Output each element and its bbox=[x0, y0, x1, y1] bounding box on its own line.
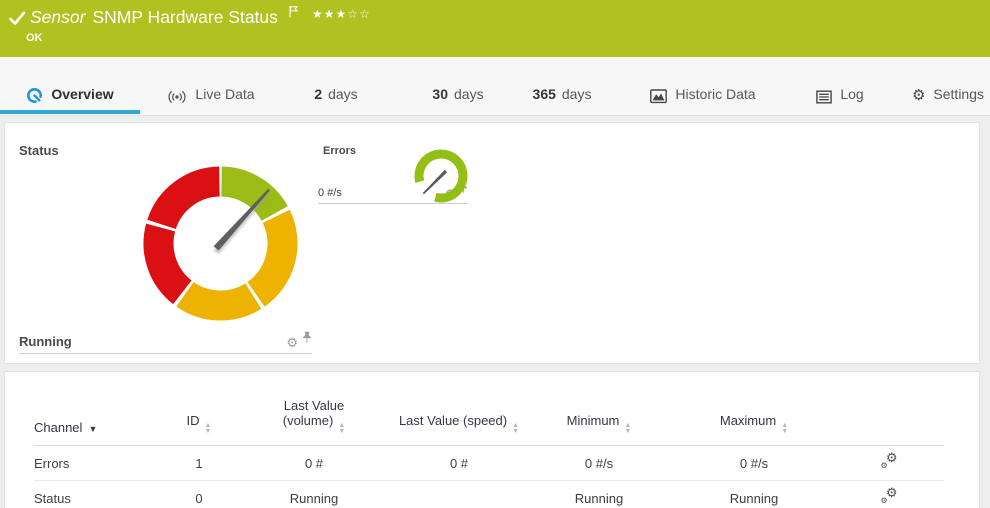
tab-label: Overview bbox=[51, 86, 114, 102]
column-label: Maximum bbox=[719, 413, 777, 428]
broadcast-icon bbox=[167, 90, 187, 104]
column-label: Last Value (volume) bbox=[282, 398, 345, 428]
tab-number: 30 bbox=[432, 86, 448, 102]
tab-365-days[interactable]: 365 days bbox=[516, 57, 608, 115]
tab-bar: Overview Live Data 2 days 30 days 365 da… bbox=[0, 57, 990, 116]
sort-icon: ▲ ▼ bbox=[338, 422, 346, 435]
value-cell: Running bbox=[674, 480, 834, 508]
chart-icon bbox=[650, 89, 668, 104]
channel-table: Channel ▼ ID ▲ ▼ Last Value (volume) ▲ ▼ Last Va… bbox=[34, 372, 944, 508]
tab-2-days[interactable]: 2 days bbox=[300, 57, 372, 115]
page-title: SNMP Hardware Status bbox=[92, 7, 278, 27]
tab-number: 365 bbox=[532, 86, 556, 102]
pin-icon[interactable] bbox=[302, 331, 312, 349]
value-cell: 1 bbox=[164, 445, 234, 481]
value-cell bbox=[394, 480, 524, 508]
sort-icon: ▲ ▼ bbox=[624, 422, 632, 435]
tab-30-days[interactable]: 30 days bbox=[416, 57, 500, 115]
tab-overview[interactable]: Overview bbox=[0, 57, 140, 115]
column-label: Last Value (speed) bbox=[398, 413, 508, 428]
value-cell: 0 #/s bbox=[674, 445, 834, 481]
tab-log[interactable]: Log bbox=[806, 57, 874, 115]
stars-empty: ☆☆ bbox=[347, 7, 371, 21]
sensor-overview-page: Sensor SNMP Hardware Status ★★★☆☆ OK Over… bbox=[0, 0, 990, 508]
errors-gauge[interactable] bbox=[410, 145, 472, 207]
overview-gauges-panel: Status Running ⚙ Errors 0 #/s ⚙ bbox=[4, 122, 980, 364]
column-header-maximum[interactable]: Maximum ▲ ▼ bbox=[674, 372, 834, 446]
sensor-type-label: Sensor bbox=[30, 7, 86, 27]
column-header-channel[interactable]: Channel ▼ bbox=[34, 372, 164, 446]
column-header-last[interactable]: Last Value (volume) ▲ ▼ bbox=[234, 372, 394, 446]
errors-gauge-value: 0 #/s bbox=[318, 187, 342, 199]
channel-table-panel: Channel ▼ ID ▲ ▼ Last Value (volume) ▲ ▼ Last Va… bbox=[4, 371, 980, 508]
status-gauge-value: Running bbox=[19, 334, 72, 349]
value-cell: 0 # bbox=[394, 445, 524, 481]
ok-check-icon bbox=[9, 11, 26, 31]
sort-icon: ▲ ▼ bbox=[204, 422, 212, 435]
tab-live-data[interactable]: Live Data bbox=[158, 57, 264, 115]
gauge-icon bbox=[26, 87, 43, 104]
tab-label: days bbox=[328, 86, 358, 102]
channel-name-cell: Errors bbox=[34, 445, 164, 481]
channel-name-cell: Status bbox=[34, 480, 164, 508]
status-gauge[interactable] bbox=[133, 156, 308, 331]
column-header-minimum[interactable]: Minimum ▲ ▼ bbox=[524, 372, 674, 446]
sensor-title: Sensor SNMP Hardware Status bbox=[30, 7, 278, 28]
channel-settings-icon[interactable]: ⚙ ⚙ bbox=[881, 486, 898, 505]
table-row: Errors 1 0 #0 #0 #/s 0 #/s ⚙ ⚙ bbox=[34, 445, 944, 481]
value-cell: 0 bbox=[164, 480, 234, 508]
priority-flag-icon[interactable] bbox=[288, 5, 299, 23]
tab-label: days bbox=[454, 86, 484, 102]
column-header-actions bbox=[834, 372, 944, 446]
tab-label: days bbox=[561, 86, 592, 102]
priority-stars[interactable]: ★★★☆☆ bbox=[312, 7, 371, 21]
tab-historic-data[interactable]: Historic Data bbox=[638, 57, 768, 115]
sort-desc-icon: ▼ bbox=[88, 424, 98, 434]
stars-filled: ★★★ bbox=[312, 7, 348, 21]
sort-icon: ▲ ▼ bbox=[512, 422, 520, 435]
value-cell: Running bbox=[524, 480, 674, 508]
tab-label: Log bbox=[840, 86, 864, 102]
sensor-header-bar: Sensor SNMP Hardware Status ★★★☆☆ OK bbox=[0, 0, 990, 57]
errors-gauge-label: Errors bbox=[323, 145, 357, 157]
channel-settings-icon[interactable]: ⚙ ⚙ bbox=[881, 451, 898, 470]
tab-number: 2 bbox=[314, 86, 323, 102]
tab-label: Live Data bbox=[195, 86, 255, 102]
sort-icon: ▲ ▼ bbox=[781, 422, 789, 435]
tab-label: Historic Data bbox=[675, 86, 756, 102]
gear-icon: ⚙ bbox=[911, 87, 926, 104]
column-label: ID bbox=[186, 413, 200, 428]
tab-label: Settings bbox=[933, 86, 985, 102]
status-badge: OK bbox=[26, 32, 43, 44]
column-label: Channel bbox=[34, 420, 83, 435]
log-icon bbox=[816, 90, 833, 104]
column-header-id[interactable]: ID ▲ ▼ bbox=[164, 372, 234, 446]
value-cell: Running bbox=[234, 480, 394, 508]
channel-gear-icon[interactable]: ⚙ bbox=[286, 336, 298, 349]
actions-cell: ⚙ ⚙ bbox=[834, 445, 944, 481]
column-label: Minimum bbox=[566, 413, 620, 428]
status-gauge-footer: Running ⚙ bbox=[19, 324, 312, 354]
table-row: Status 0 Running Running Running ⚙ ⚙ bbox=[34, 480, 944, 508]
column-header-last[interactable]: Last Value (speed) ▲ ▼ bbox=[394, 372, 524, 446]
value-cell: 0 # bbox=[234, 445, 394, 481]
active-tab-indicator bbox=[0, 110, 140, 114]
actions-cell: ⚙ ⚙ bbox=[834, 480, 944, 508]
value-cell: 0 #/s bbox=[524, 445, 674, 481]
tab-settings[interactable]: ⚙ Settings bbox=[906, 57, 990, 115]
status-gauge-label: Status bbox=[19, 143, 59, 158]
